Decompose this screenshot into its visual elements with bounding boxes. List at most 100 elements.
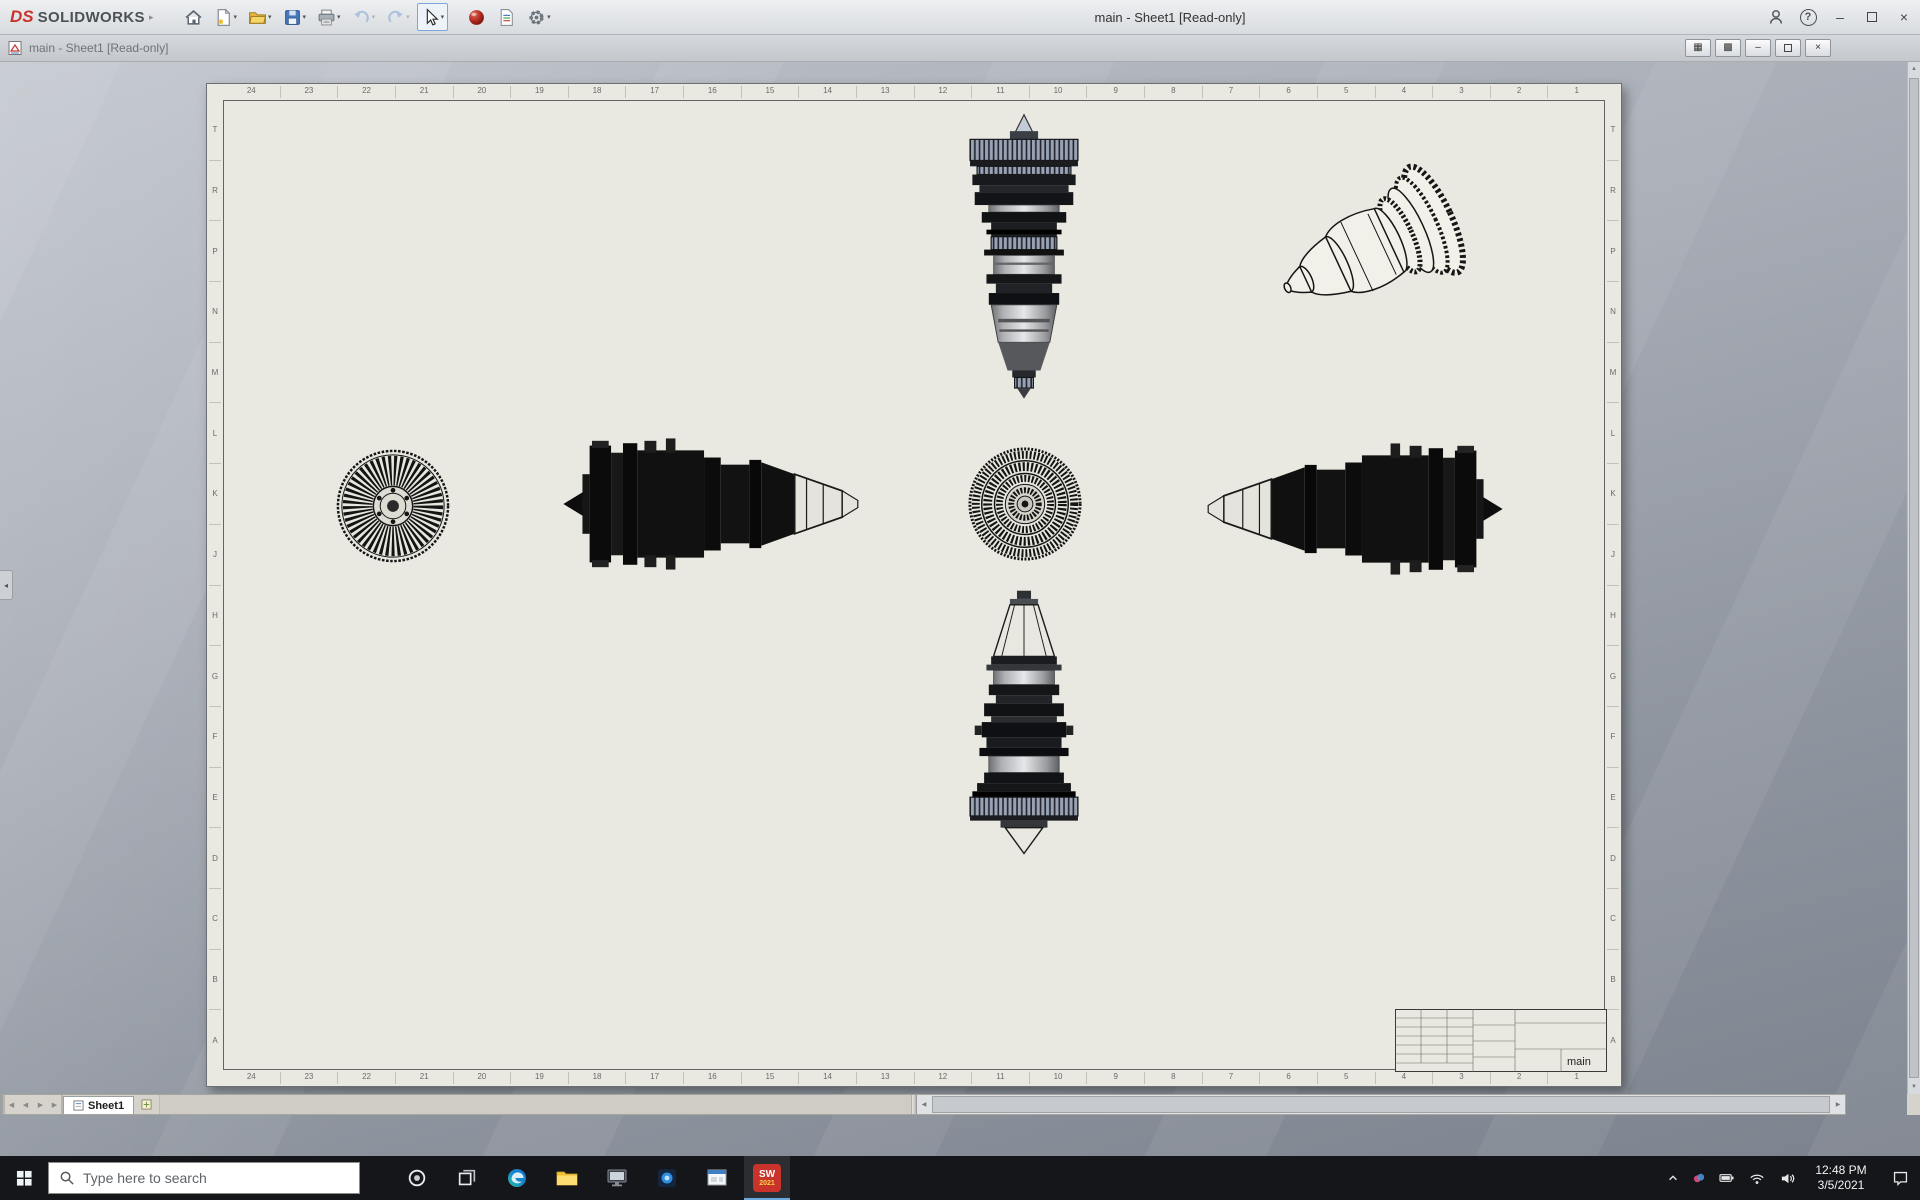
drawing-view-front[interactable] xyxy=(334,447,452,565)
scroll-left-button[interactable]: ◀ xyxy=(917,1095,931,1114)
brand-flyout-arrow-icon[interactable]: ▸ xyxy=(149,12,154,23)
home-button[interactable] xyxy=(180,3,207,31)
battery-button[interactable] xyxy=(1712,1156,1742,1200)
document-window-controls: ▦ ▩ – × xyxy=(1685,39,1831,57)
horizontal-scroll-track[interactable] xyxy=(931,1095,1831,1114)
maximize-button[interactable] xyxy=(1856,0,1888,35)
solidworks-taskbar-button[interactable]: SW 2021 xyxy=(744,1156,790,1200)
drawing-view-bottom[interactable] xyxy=(963,584,1085,886)
restore-icon xyxy=(1784,44,1792,52)
app-blue-button[interactable] xyxy=(644,1156,690,1200)
drawing-view-rear[interactable] xyxy=(966,445,1084,563)
print-button[interactable]: ▾ xyxy=(313,3,345,31)
cortana-button[interactable] xyxy=(394,1156,440,1200)
start-button[interactable] xyxy=(0,1156,48,1200)
last-sheet-button[interactable]: ▶ xyxy=(48,1095,63,1114)
vertical-scroll-track[interactable] xyxy=(1908,76,1920,1080)
title-block[interactable]: main xyxy=(1395,1009,1607,1072)
doc-minimize-button[interactable]: – xyxy=(1745,39,1771,57)
add-sheet-tab[interactable] xyxy=(134,1095,161,1114)
zone-label: 9 xyxy=(1087,1072,1145,1084)
doc-restore-button[interactable] xyxy=(1775,39,1801,57)
sheet-tab[interactable]: Sheet1 xyxy=(63,1096,135,1114)
dropdown-caret-icon[interactable]: ▾ xyxy=(268,14,272,21)
file-explorer-button[interactable] xyxy=(544,1156,590,1200)
hidden-icons-button[interactable] xyxy=(1660,1156,1686,1200)
drawing-view-left[interactable] xyxy=(561,437,859,571)
tray-app-button[interactable] xyxy=(1686,1156,1712,1200)
drawing-view-top[interactable] xyxy=(963,109,1085,409)
zone-label: 12 xyxy=(915,1072,973,1084)
vertical-scroll-thumb[interactable] xyxy=(1909,78,1919,1078)
task-pane-flyout-button[interactable]: ◂ xyxy=(0,570,13,600)
zone-label: 17 xyxy=(626,86,684,98)
close-button[interactable]: × xyxy=(1888,0,1920,35)
dropdown-caret-icon[interactable]: ▾ xyxy=(234,14,238,21)
app-window-button[interactable] xyxy=(694,1156,740,1200)
zone-label: 9 xyxy=(1087,86,1145,98)
zone-label: K xyxy=(209,464,221,525)
home-icon xyxy=(185,9,201,25)
new-document-button[interactable]: ▾ xyxy=(210,3,242,31)
scroll-down-button[interactable]: ▼ xyxy=(1908,1080,1920,1094)
dropdown-caret-icon[interactable]: ▾ xyxy=(441,14,445,21)
scroll-up-button[interactable]: ▲ xyxy=(1908,62,1920,76)
drawing-view-right[interactable] xyxy=(1207,442,1505,576)
drawing-sheet[interactable]: 24 23 22 21 20 19 18 17 16 15 14 13 12 11 10 9 8 7 6 5 4 3 2 1 … xyxy=(206,83,1622,1087)
file-explorer-icon xyxy=(556,1171,578,1186)
screen: DS SOLIDWORKS ▸ ▾ ▾ ▾ ▾ ▾ ▾ ▾ ▾ main - S… xyxy=(0,0,1920,1200)
action-center-button[interactable] xyxy=(1880,1156,1920,1200)
scrollbar-corner xyxy=(1907,1094,1920,1115)
horizontal-scrollbar[interactable]: ◀ ▶ xyxy=(917,1095,1845,1114)
dropdown-caret-icon[interactable]: ▾ xyxy=(406,14,410,21)
network-button[interactable] xyxy=(1742,1156,1772,1200)
app-titlebar: DS SOLIDWORKS ▸ ▾ ▾ ▾ ▾ ▾ ▾ ▾ ▾ main - S… xyxy=(0,0,1920,35)
options-button[interactable]: ▾ xyxy=(523,3,555,31)
taskbar-clock[interactable]: 12:48 PM 3/5/2021 xyxy=(1802,1163,1880,1193)
cascade-windows-button[interactable]: ▩ xyxy=(1715,39,1741,57)
speaker-icon xyxy=(1781,1173,1794,1183)
first-sheet-button[interactable]: ◀ xyxy=(3,1095,18,1114)
select-button[interactable]: ▾ xyxy=(416,3,449,31)
edge-button[interactable] xyxy=(494,1156,540,1200)
zone-label: 11 xyxy=(972,1072,1030,1084)
app-monitor-button[interactable] xyxy=(594,1156,640,1200)
dropdown-caret-icon[interactable]: ▾ xyxy=(303,14,307,21)
drawing-view-isometric[interactable] xyxy=(1236,151,1486,356)
rebuild-button[interactable] xyxy=(463,3,490,31)
account-button[interactable] xyxy=(1760,0,1792,35)
zone-label: 14 xyxy=(799,86,857,98)
previous-sheet-button[interactable]: ◀ xyxy=(18,1095,33,1114)
scroll-right-button[interactable]: ▶ xyxy=(1831,1095,1845,1114)
zone-label: 20 xyxy=(454,1072,512,1084)
tile-windows-button[interactable]: ▦ xyxy=(1685,39,1711,57)
undo-icon xyxy=(353,10,369,22)
doc-close-button[interactable]: × xyxy=(1805,39,1831,57)
zone-label: 1 xyxy=(1574,86,1579,95)
redo-icon xyxy=(388,10,403,22)
task-view-button[interactable] xyxy=(444,1156,490,1200)
zone-label: 15 xyxy=(742,1072,800,1084)
vertical-scrollbar[interactable]: ▲ ▼ xyxy=(1907,62,1920,1094)
undo-button[interactable]: ▾ xyxy=(348,3,380,31)
dropdown-caret-icon[interactable]: ▾ xyxy=(372,14,376,21)
taskbar-search-input[interactable]: Type here to search xyxy=(48,1162,360,1194)
redo-button[interactable]: ▾ xyxy=(382,3,414,31)
help-button[interactable]: ? xyxy=(1792,0,1824,35)
zone-label: C xyxy=(1607,889,1619,950)
volume-button[interactable] xyxy=(1772,1156,1802,1200)
next-sheet-button[interactable]: ▶ xyxy=(33,1095,48,1114)
dropdown-caret-icon[interactable]: ▾ xyxy=(337,14,341,21)
graphics-area[interactable]: 24 23 22 21 20 19 18 17 16 15 14 13 12 11 10 9 8 7 6 5 4 3 2 1 … xyxy=(0,62,1920,1156)
ruler-left: TRPNMLKJHGFEDCB A xyxy=(209,100,221,1070)
dropdown-caret-icon[interactable]: ▾ xyxy=(547,14,551,21)
file-properties-button[interactable] xyxy=(493,3,520,31)
save-button[interactable]: ▾ xyxy=(279,3,311,31)
action-center-icon xyxy=(1893,1171,1907,1186)
open-button[interactable]: ▾ xyxy=(244,3,276,31)
horizontal-scroll-thumb[interactable] xyxy=(932,1096,1830,1113)
zone-label: R xyxy=(209,161,221,222)
minimize-button[interactable]: – xyxy=(1824,0,1856,35)
zone-label: 2 xyxy=(1491,1072,1549,1084)
zone-label: 1 xyxy=(1574,1072,1579,1081)
